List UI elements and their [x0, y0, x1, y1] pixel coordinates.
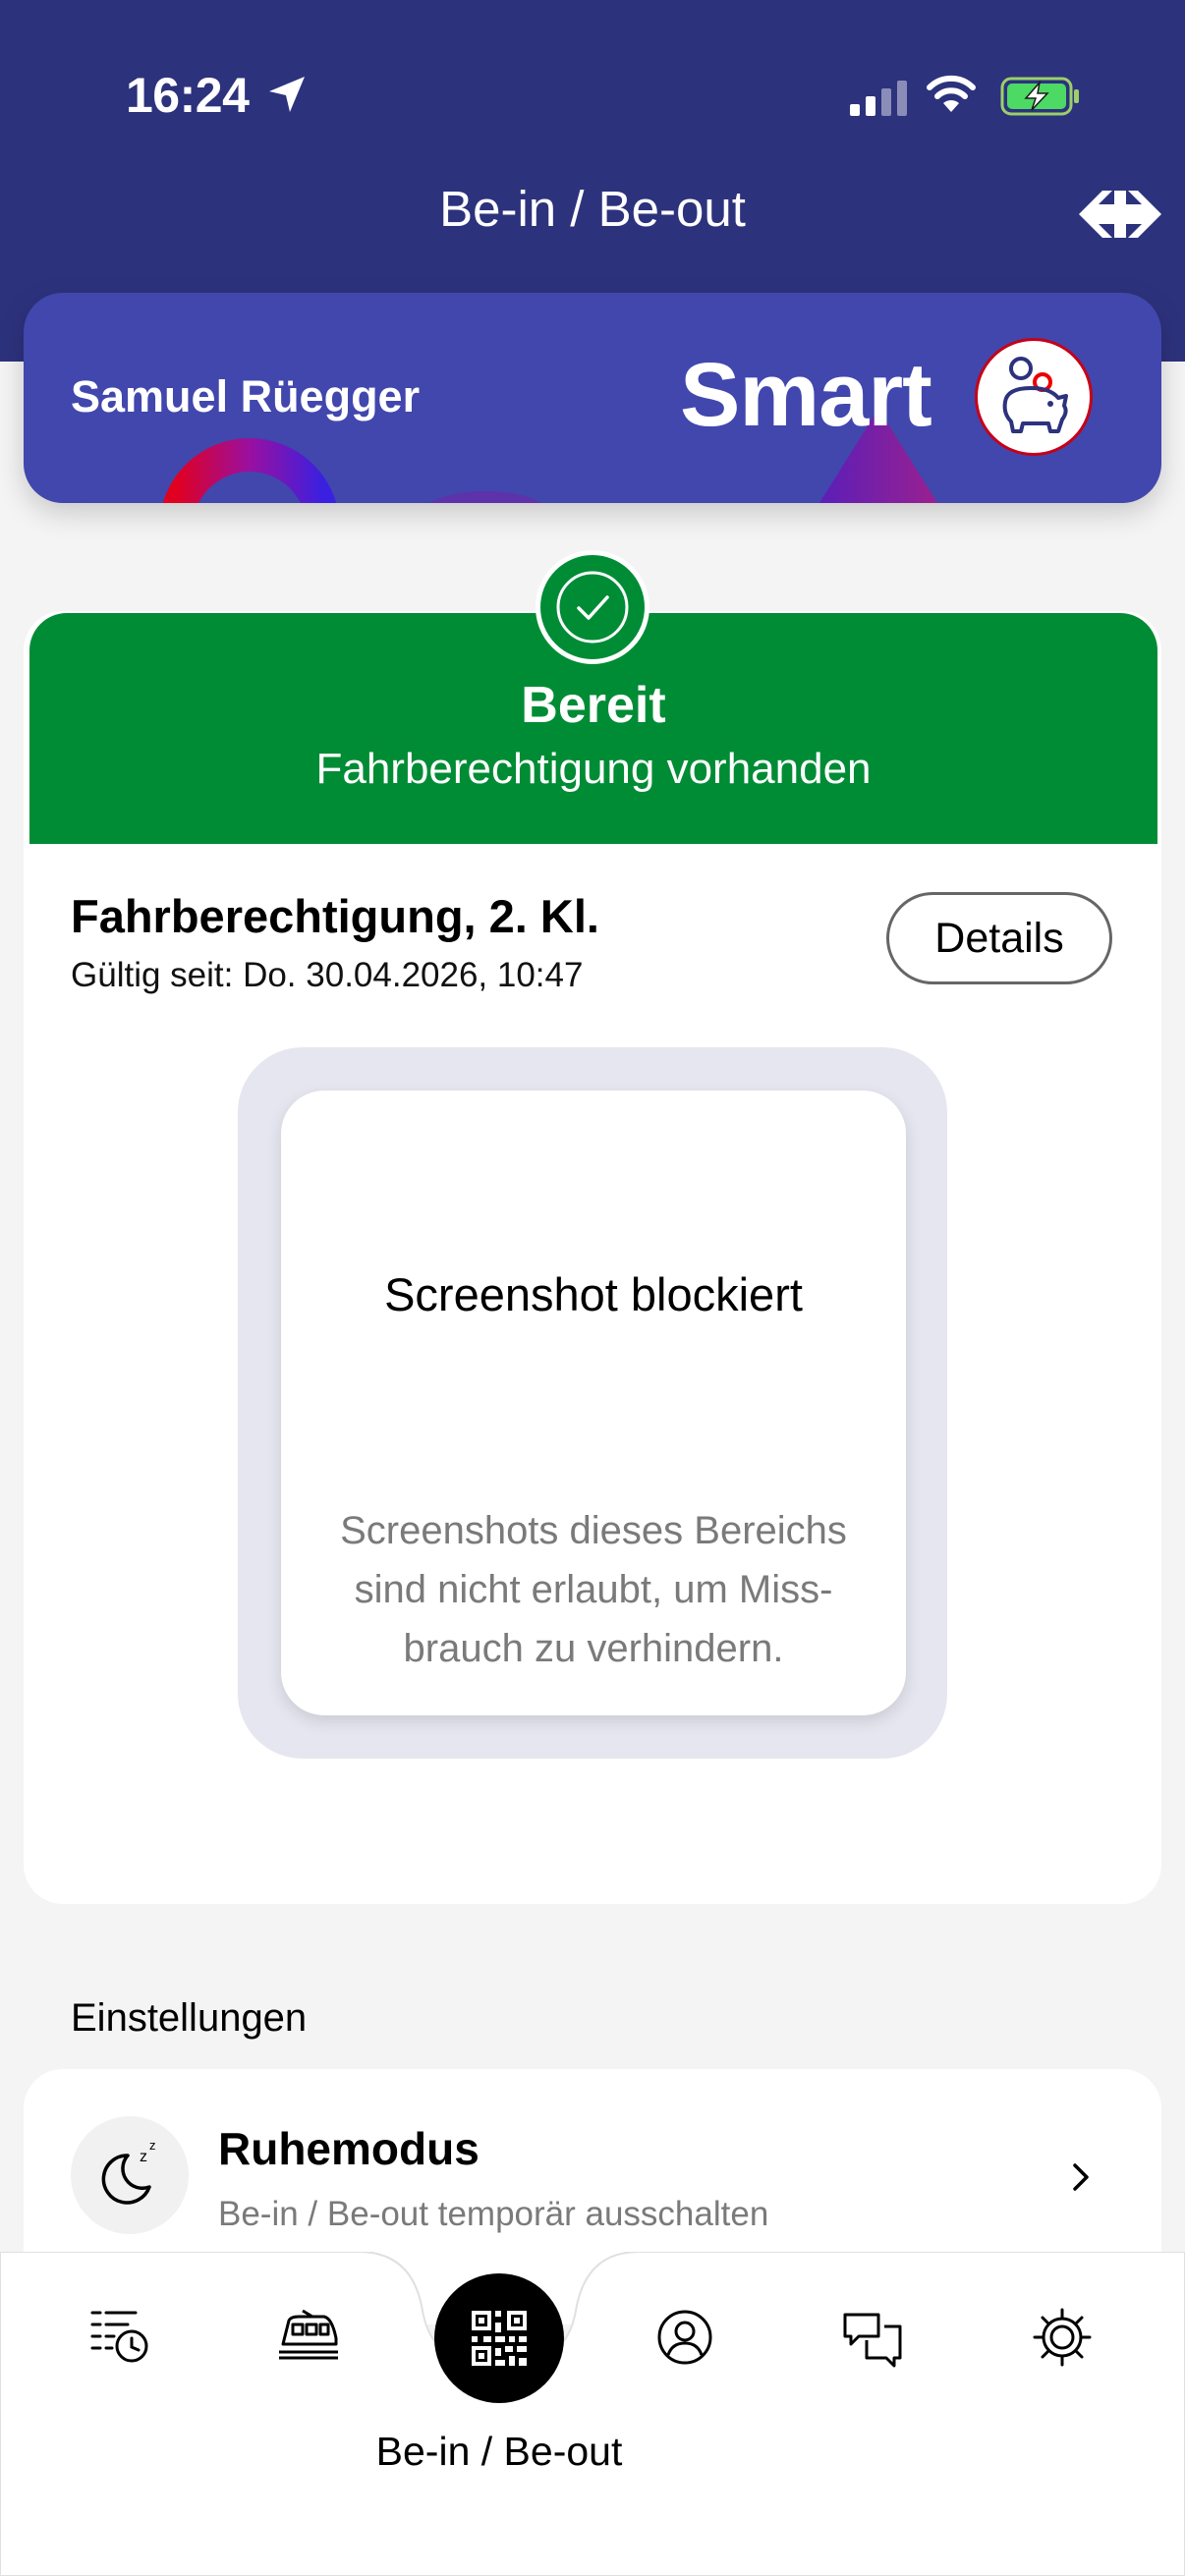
status-title: Bereit — [521, 677, 666, 734]
profile-name: Samuel Rüegger — [71, 371, 421, 421]
details-button[interactable]: Details — [886, 892, 1112, 984]
status-time: 16:24 — [126, 68, 250, 123]
battery-charging-icon — [1000, 77, 1079, 116]
settings-gear-tab-icon[interactable] — [1032, 2307, 1093, 2368]
timetable-tab-icon[interactable] — [90, 2307, 151, 2366]
ticket-valid-since: Gültig seit: Do. 30.04.2026, 10:47 — [71, 956, 584, 994]
moon-sleep-icon: z z — [71, 2116, 189, 2234]
blocked-line-2: sind nicht erlaubt, um Miss- — [354, 1568, 833, 1611]
check-badge — [536, 550, 649, 664]
settings-section-label: Einstellungen — [71, 1996, 308, 2040]
profile-plan: Smart — [680, 345, 932, 445]
qr-code-icon — [472, 2311, 527, 2366]
quiet-mode-title: Ruhemodus — [218, 2123, 480, 2174]
blocked-line-3: brauch zu verhindern. — [403, 1627, 784, 1670]
tab-bar — [0, 2252, 1185, 2576]
nav-title: Be-in / Be-out — [439, 181, 746, 237]
status-bar: 16:24 — [0, 59, 1185, 138]
train-tab-icon[interactable] — [277, 2309, 340, 2364]
page: 16:24 Be-in / Be-out Samuel Rüegger Smar… — [0, 0, 1185, 2576]
piggy-bank-icon — [975, 338, 1093, 456]
ticket-title: Fahrberechtigung, 2. Kl. — [71, 890, 599, 942]
checkmark-icon — [556, 571, 629, 644]
wifi-icon — [927, 75, 976, 112]
blocked-line-1: Screenshots dieses Bereichs — [340, 1509, 847, 1552]
profile-card[interactable]: Samuel Rüegger Smart — [24, 293, 1161, 503]
be-in-be-out-tab-label[interactable]: Be-in / Be-out — [303, 2429, 696, 2475]
svg-text:z: z — [149, 2138, 156, 2153]
blocked-title: Screenshot blockiert — [384, 1268, 803, 1320]
be-in-be-out-tab[interactable] — [434, 2273, 564, 2403]
profile-tab-icon[interactable] — [656, 2309, 713, 2366]
cellular-signal-icon — [850, 81, 907, 116]
quiet-mode-subtitle: Be-in / Be-out temporär ausschalten — [218, 2195, 769, 2233]
chat-support-tab-icon[interactable] — [843, 2311, 902, 2368]
svg-text:z: z — [140, 2149, 147, 2165]
sbb-logo-icon[interactable] — [1079, 191, 1161, 238]
location-arrow-icon — [269, 77, 305, 112]
blocked-description: Screenshots dieses Bereichs sind nicht e… — [310, 1501, 876, 1678]
status-subtitle: Fahrberechtigung vorhanden — [315, 745, 872, 793]
chevron-right-icon — [1073, 2163, 1089, 2191]
